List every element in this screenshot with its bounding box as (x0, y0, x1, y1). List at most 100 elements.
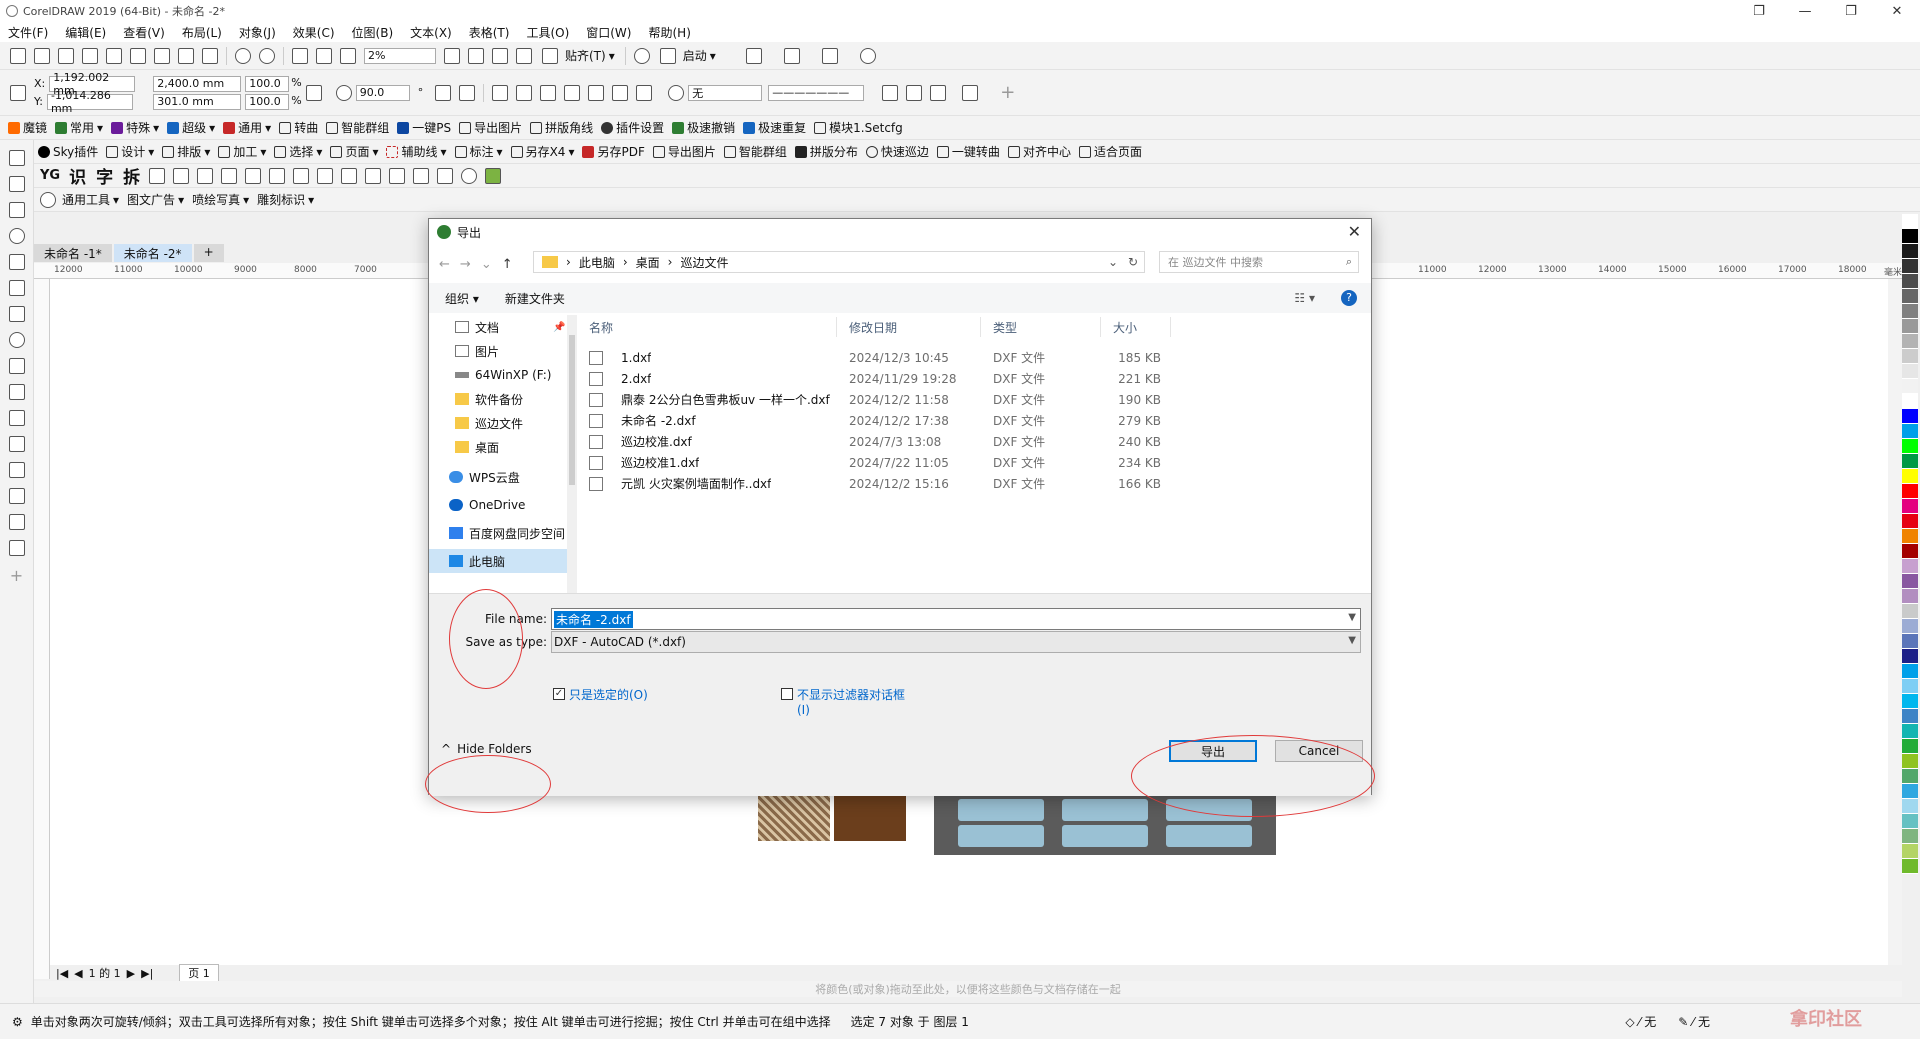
plugin-export-image-2[interactable]: 导出图片 (652, 143, 716, 160)
dimension-tool-icon[interactable] (8, 410, 25, 426)
palette-swatch[interactable] (1902, 829, 1918, 844)
combine-icon[interactable] (516, 84, 533, 101)
search-icon[interactable] (40, 191, 56, 208)
save-type-select[interactable]: DXF - AutoCAD (*.dxf) ▼ (551, 631, 1361, 653)
tool-b-icon[interactable] (173, 167, 190, 184)
pdf-icon[interactable] (202, 47, 218, 64)
file-row[interactable]: 未命名 -2.dxf 2024/12/2 17:38 DXF 文件 279 KB (577, 410, 1367, 431)
palette-swatch[interactable] (1902, 469, 1918, 484)
weld-icon[interactable] (540, 84, 557, 101)
forward-arrow-icon[interactable]: → (460, 257, 471, 272)
plugin-super[interactable]: 超级 ▾ (167, 119, 215, 136)
nav-item-software-backup[interactable]: 软件备份 (429, 387, 569, 411)
interactive-fill-icon[interactable] (8, 540, 25, 556)
palette-swatch[interactable] (1902, 634, 1918, 649)
intersect-icon[interactable] (588, 84, 605, 101)
restore-icon[interactable]: ❐ (1736, 0, 1782, 22)
plugin-mojing[interactable]: 魔镜 (8, 119, 47, 136)
eyedropper-icon[interactable] (8, 514, 25, 530)
plugin-quick-edge[interactable]: 快速巡边 (865, 143, 929, 160)
canvas-artwork-brown-panel[interactable] (834, 793, 906, 841)
drop-shadow-icon[interactable] (8, 462, 25, 478)
palette-swatch[interactable] (1902, 409, 1918, 424)
minimize-button[interactable]: — (1782, 0, 1828, 22)
plugin-general[interactable]: 通用 ▾ (223, 119, 271, 136)
export-icon[interactable] (178, 47, 194, 64)
palette-swatch[interactable] (1902, 784, 1918, 799)
next-page-icon[interactable]: ▶ (127, 967, 135, 980)
tool-e-icon[interactable] (245, 167, 262, 184)
cloud-upload-icon[interactable] (82, 47, 98, 64)
rotate-icon[interactable] (335, 84, 352, 101)
checkbox-checked-icon[interactable]: ✓ (553, 688, 565, 700)
launch-dropdown[interactable]: 启动 ▾ (656, 47, 716, 64)
palette-swatch[interactable] (1902, 214, 1918, 229)
scale-x-input[interactable]: 100.0 (245, 75, 290, 92)
guidelines-icon[interactable] (516, 47, 532, 64)
breadcrumb-desktop[interactable]: 桌面 (636, 254, 660, 271)
plugin-recognize[interactable]: 识 (69, 163, 86, 188)
nav-item-drive-f[interactable]: 64WinXP (F:) (429, 363, 569, 387)
file-row[interactable]: 巡边校准1.dxf 2024/7/22 11:05 DXF 文件 234 KB (577, 452, 1367, 473)
menu-table[interactable]: 表格(T) (469, 24, 510, 41)
file-row[interactable]: 1.dxf 2024/12/3 10:45 DXF 文件 185 KB (577, 347, 1367, 368)
import-icon[interactable] (154, 47, 170, 64)
plugin-select[interactable]: 选择 ▾ (274, 143, 322, 160)
crop-tool-icon[interactable] (8, 202, 25, 218)
tool-l-icon[interactable] (413, 167, 430, 184)
tool-a-icon[interactable] (149, 167, 166, 184)
plugin-page[interactable]: 页面 ▾ (330, 143, 378, 160)
lock-ratio-icon[interactable] (305, 84, 322, 101)
publish-pdf-icon[interactable] (340, 47, 356, 64)
nav-item-baidu-sync[interactable]: 百度网盘同步空间 (429, 521, 569, 545)
rectangle-tool-icon[interactable] (8, 306, 25, 322)
last-page-icon[interactable]: ▶| (141, 967, 153, 980)
nav-item-onedrive[interactable]: OneDrive (429, 493, 569, 517)
palette-swatch[interactable] (1902, 529, 1918, 544)
tool-h-icon[interactable] (317, 167, 334, 184)
transparency-icon[interactable] (8, 488, 25, 504)
search-input[interactable]: 在 巡边文件 中搜索 ⌕ (1159, 251, 1359, 273)
up-arrow-icon[interactable]: ↑ (502, 257, 513, 272)
palette-swatch[interactable] (1902, 799, 1918, 814)
plugin-special[interactable]: 特殊 ▾ (111, 119, 159, 136)
palette-swatch[interactable] (1902, 394, 1918, 409)
to-front-icon[interactable] (906, 84, 923, 101)
palette-swatch[interactable] (1902, 259, 1918, 274)
outline-width-select[interactable]: 无 (688, 84, 763, 101)
plugin-one-click-curve[interactable]: 一键转曲 (936, 143, 1000, 160)
tool-f-icon[interactable] (269, 167, 286, 184)
palette-swatch[interactable] (1902, 619, 1918, 634)
back-minus-front-icon[interactable] (636, 84, 653, 101)
palette-swatch[interactable] (1902, 559, 1918, 574)
menu-help[interactable]: 帮助(H) (648, 24, 690, 41)
nav-item-this-pc[interactable]: 此电脑 (429, 549, 569, 573)
menu-spray-print[interactable]: 喷绘写真 ▾ (192, 191, 249, 208)
plugin-convert-curves[interactable]: 转曲 (279, 119, 318, 136)
scale-y-input[interactable]: 100.0 (245, 93, 290, 110)
palette-swatch[interactable] (1902, 544, 1918, 559)
palette-swatch[interactable] (1902, 649, 1918, 664)
canvas-artwork-gray-group[interactable] (934, 793, 1276, 855)
palette-swatch[interactable] (1902, 859, 1918, 874)
nav-item-wps-cloud[interactable]: WPS云盘 (429, 465, 569, 489)
palette-swatch[interactable] (1902, 379, 1918, 394)
grid-icon[interactable] (492, 47, 508, 64)
plugin-split[interactable]: 拆 (123, 163, 140, 188)
nav-item-desktop[interactable]: 桌面 (429, 435, 569, 459)
height-input[interactable]: 301.0 mm (153, 93, 242, 110)
menu-bitmaps[interactable]: 位图(B) (352, 24, 394, 41)
nav-item-edge-files[interactable]: 巡边文件 (429, 411, 569, 435)
plugin-imposition-distribute[interactable]: 拼版分布 (794, 143, 858, 160)
add-icon[interactable]: + (1000, 82, 1015, 103)
palette-swatch[interactable] (1902, 244, 1918, 259)
prev-page-icon[interactable]: ◀ (74, 967, 82, 980)
plugin-settings[interactable]: 插件设置 (601, 119, 664, 136)
view-options-icon[interactable]: ☷ ▾ (1294, 291, 1315, 305)
plugin-module-setcfg[interactable]: 模块1.Setcfg (814, 119, 903, 136)
plugin-smart-group-2[interactable]: 智能群组 (723, 143, 787, 160)
doc-tab-1[interactable]: 未命名 -1* (34, 244, 112, 262)
palette-swatch[interactable] (1902, 499, 1918, 514)
line-style-select[interactable]: ——————— (768, 84, 865, 101)
palette-swatch[interactable] (1902, 724, 1918, 739)
